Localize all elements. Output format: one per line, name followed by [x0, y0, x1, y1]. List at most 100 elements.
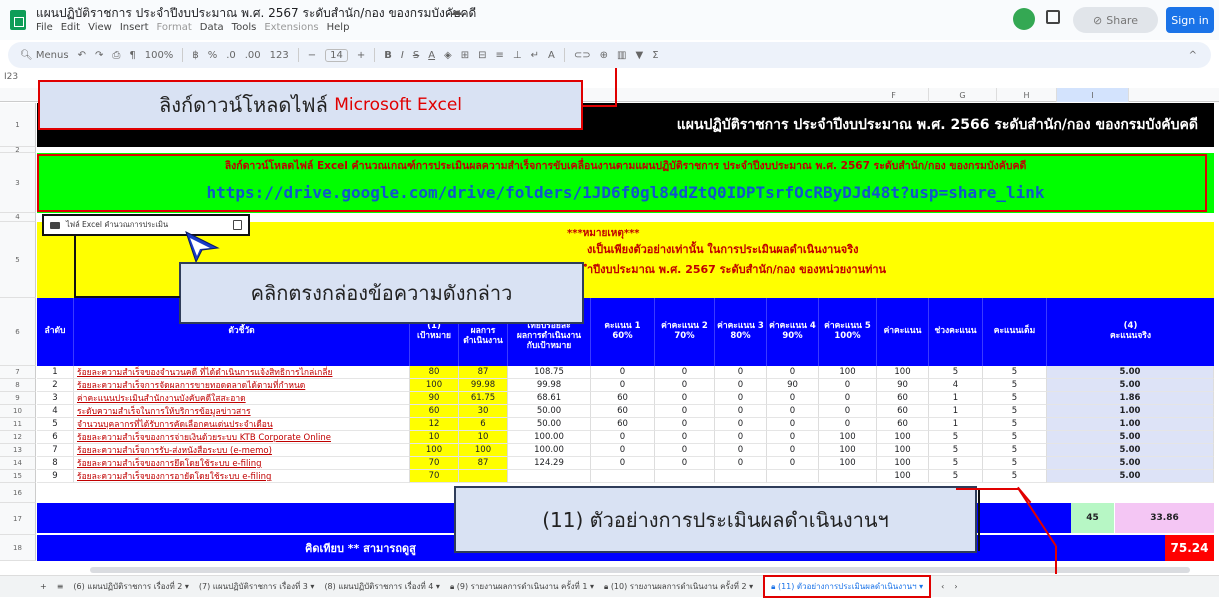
table-cell-re[interactable]: 1.00: [1047, 405, 1214, 418]
merge-icon[interactable]: ⊟: [478, 50, 486, 61]
table-cell-s2[interactable]: 0: [655, 392, 715, 405]
table-cell-p[interactable]: 108.75: [508, 366, 591, 379]
table-cell-re[interactable]: 5.00: [1047, 470, 1214, 483]
document-title[interactable]: แผนปฏิบัติราชการ ประจำปีงบประมาณ พ.ศ. 25…: [36, 4, 476, 23]
table-cell-ind[interactable]: ร้อยละความสำเร็จของจำนวนคดี ที่ได้ดำเนิน…: [74, 366, 410, 379]
table-cell-s2[interactable]: 0: [655, 431, 715, 444]
table-cell-rg[interactable]: 5: [929, 444, 983, 457]
table-cell-rg[interactable]: 5: [929, 366, 983, 379]
table-cell-s2[interactable]: [655, 470, 715, 483]
table-cell-r[interactable]: [459, 470, 508, 483]
table-cell-sc[interactable]: 60: [877, 418, 929, 431]
table-cell-p[interactable]: 100.00: [508, 444, 591, 457]
table-cell-s2[interactable]: 0: [655, 457, 715, 470]
row-header[interactable]: 4: [0, 213, 36, 222]
table-cell-rg[interactable]: 4: [929, 379, 983, 392]
decimal-increase-icon[interactable]: .00: [245, 50, 261, 61]
row-header[interactable]: 10: [0, 405, 36, 418]
table-cell-fu[interactable]: 5: [983, 418, 1047, 431]
menu-data[interactable]: Data: [200, 22, 224, 33]
final-score[interactable]: 75.24: [1165, 535, 1214, 561]
table-cell-s5[interactable]: 0: [819, 392, 877, 405]
table-cell-sc[interactable]: 100: [877, 431, 929, 444]
table-cell-re[interactable]: 5.00: [1047, 379, 1214, 392]
table-cell-r[interactable]: 10: [459, 431, 508, 444]
cell-reference[interactable]: I23: [4, 72, 18, 82]
table-cell-s1[interactable]: 60: [591, 405, 655, 418]
table-cell-s4[interactable]: 0: [767, 392, 819, 405]
table-cell-s3[interactable]: 0: [715, 457, 767, 470]
table-cell-r[interactable]: 61.75: [459, 392, 508, 405]
table-cell-no[interactable]: 4: [37, 405, 74, 418]
table-cell-s3[interactable]: 0: [715, 379, 767, 392]
bold-icon[interactable]: B: [384, 50, 392, 61]
table-cell-s5[interactable]: 100: [819, 444, 877, 457]
menu-insert[interactable]: Insert: [120, 22, 149, 33]
font-size-increase-icon[interactable]: +: [357, 50, 365, 61]
menu-file[interactable]: File: [36, 22, 53, 33]
filter-icon[interactable]: ▼: [635, 50, 643, 61]
add-sheet-icon[interactable]: +: [40, 582, 47, 591]
row-header[interactable]: 6: [0, 298, 36, 366]
valign-icon[interactable]: ⊥: [513, 50, 522, 61]
table-cell-fu[interactable]: 5: [983, 457, 1047, 470]
table-cell-t[interactable]: 100: [410, 379, 459, 392]
zoom-select[interactable]: 100%: [145, 50, 174, 61]
sheet-tab[interactable]: (6) แผนปฏิบัติราชการ เรื่องที่ 2 ▾: [73, 580, 189, 593]
table-cell-s2[interactable]: 0: [655, 444, 715, 457]
sheets-logo-icon[interactable]: [10, 10, 26, 30]
menu-tools[interactable]: Tools: [232, 22, 257, 33]
table-cell-re[interactable]: 5.00: [1047, 366, 1214, 379]
row-header[interactable]: 16: [0, 483, 36, 503]
wrap-icon[interactable]: ↵: [531, 50, 539, 61]
table-cell-ind[interactable]: ค่าคะแนนประเมินสำนักงานบังคับคดีใสสะอาด: [74, 392, 410, 405]
table-cell-ind[interactable]: ร้อยละความสำเร็จการจัดผลการขายทอดตลาดได้…: [74, 379, 410, 392]
table-cell-r[interactable]: 87: [459, 457, 508, 470]
table-cell-s3[interactable]: 0: [715, 444, 767, 457]
next-sheet-icon[interactable]: ›: [954, 582, 957, 591]
table-cell-ind[interactable]: ร้อยละความสำเร็จการรับ-ส่งหนังสือระบบ (e…: [74, 444, 410, 457]
table-cell-no[interactable]: 9: [37, 470, 74, 483]
copy-icon[interactable]: [233, 220, 242, 230]
table-cell-re[interactable]: 1.00: [1047, 418, 1214, 431]
table-cell-s5[interactable]: [819, 470, 877, 483]
table-cell-p[interactable]: 50.00: [508, 418, 591, 431]
avatar[interactable]: [1013, 8, 1035, 30]
menu-extensions[interactable]: Extensions: [264, 22, 318, 33]
row-header[interactable]: 14: [0, 457, 36, 470]
table-cell-rg[interactable]: 1: [929, 418, 983, 431]
sheet-tab[interactable]: 🔒︎ (10) รายงานผลการดำเนินงาน ครั้งที่ 2 …: [604, 580, 753, 593]
table-cell-sc[interactable]: 90: [877, 379, 929, 392]
row-header[interactable]: 17: [0, 503, 36, 535]
table-cell-s1[interactable]: 60: [591, 392, 655, 405]
column-header[interactable]: H: [997, 88, 1057, 102]
sheet-tab[interactable]: 🔒︎ (9) รายงานผลการดำเนินงาน ครั้งที่ 1 ▾: [450, 580, 594, 593]
column-header[interactable]: I: [1057, 88, 1129, 102]
comment-icon[interactable]: [1046, 10, 1060, 24]
prev-sheet-icon[interactable]: ‹: [941, 582, 944, 591]
sheet-tab[interactable]: (7) แผนปฏิบัติราชการ เรื่องที่ 3 ▾: [199, 580, 315, 593]
table-cell-s3[interactable]: 0: [715, 405, 767, 418]
comment-add-icon[interactable]: ⊕: [600, 50, 608, 61]
row-header[interactable]: 18: [0, 535, 36, 561]
table-cell-s4[interactable]: 90: [767, 379, 819, 392]
table-cell-rg[interactable]: 1: [929, 405, 983, 418]
table-cell-s2[interactable]: 0: [655, 366, 715, 379]
table-cell-no[interactable]: 1: [37, 366, 74, 379]
row-header[interactable]: 11: [0, 418, 36, 431]
menu-format[interactable]: Format: [157, 22, 192, 33]
menu-edit[interactable]: Edit: [61, 22, 80, 33]
sign-in-button[interactable]: Sign in: [1166, 7, 1214, 33]
table-cell-t[interactable]: 60: [410, 405, 459, 418]
table-cell-p[interactable]: 100.00: [508, 431, 591, 444]
table-cell-s4[interactable]: 0: [767, 405, 819, 418]
search-menus[interactable]: 🔍︎ Menus: [20, 50, 69, 61]
table-cell-s5[interactable]: 0: [819, 379, 877, 392]
table-cell-rg[interactable]: 5: [929, 457, 983, 470]
table-cell-p[interactable]: [508, 470, 591, 483]
function-icon[interactable]: Σ: [652, 50, 658, 61]
strikethrough-icon[interactable]: S: [413, 50, 419, 61]
table-cell-s1[interactable]: 0: [591, 444, 655, 457]
table-cell-s3[interactable]: 0: [715, 366, 767, 379]
table-cell-no[interactable]: 7: [37, 444, 74, 457]
